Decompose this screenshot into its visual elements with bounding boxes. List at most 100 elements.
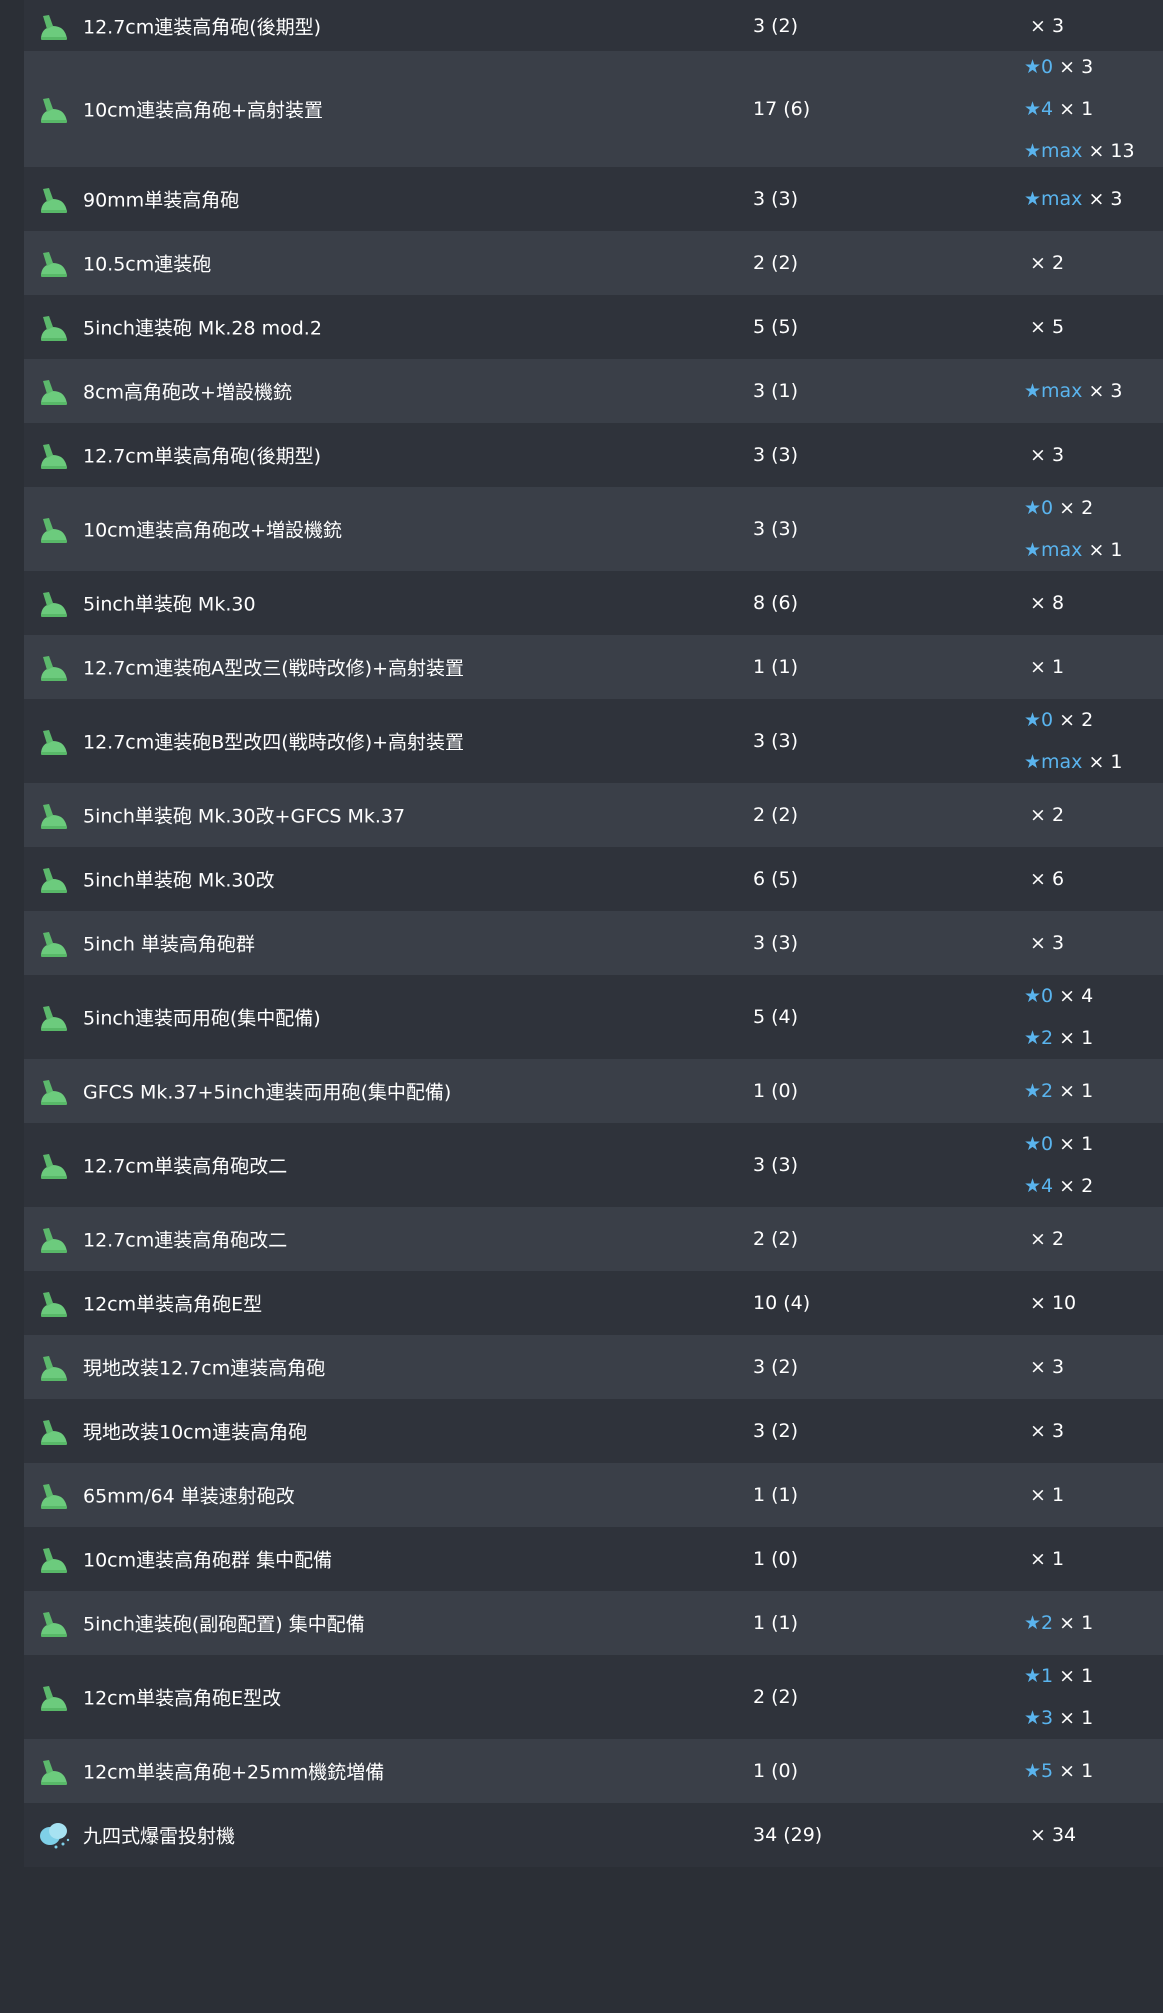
equipment-row[interactable]: 12.7cm連装高角砲(後期型) 3 (2) × 3 — [24, 0, 1163, 51]
improvement-star: ★0 — [1024, 985, 1054, 1007]
improvement-levels: × 34 — [1024, 1814, 1076, 1856]
equipment-count: 2 (2) — [753, 1228, 799, 1250]
gun-icon — [38, 184, 70, 214]
improvement-qty: × 1 — [1030, 1548, 1065, 1570]
improvement-star: ★2 — [1024, 1080, 1054, 1102]
equipment-count: 3 (1) — [753, 380, 799, 402]
equipment-row[interactable]: 8cm高角砲改+増設機銃 3 (1) ★max × 3 — [24, 359, 1163, 423]
improvement-qty: × 3 — [1030, 1420, 1065, 1442]
improvement-qty: × 1 — [1088, 539, 1123, 561]
equipment-count: 5 (4) — [753, 1006, 799, 1028]
equipment-row[interactable]: 12.7cm連装砲A型改三(戦時改修)+高射装置 1 (1) × 1 — [24, 635, 1163, 699]
equipment-count: 3 (3) — [753, 1154, 799, 1176]
improvement-level-line: ★max × 3 — [1024, 178, 1123, 220]
gun-icon — [38, 376, 70, 406]
equipment-row[interactable]: 10.5cm連装砲 2 (2) × 2 — [24, 231, 1163, 295]
equipment-row[interactable]: 10cm連装高角砲改+増設機銃 3 (3) ★0 × 2 ★max × 1 — [24, 487, 1163, 571]
equipment-count: 3 (2) — [753, 1420, 799, 1442]
equipment-row[interactable]: 65mm/64 単装速射砲改 1 (1) × 1 — [24, 1463, 1163, 1527]
improvement-levels: × 3 — [1024, 922, 1064, 964]
equipment-row[interactable]: 12.7cm連装砲B型改四(戦時改修)+高射装置 3 (3) ★0 × 2 ★max × … — [24, 699, 1163, 783]
gun-icon — [38, 1288, 70, 1318]
improvement-level-line: ★2 × 1 — [1024, 1070, 1093, 1112]
improvement-star: ★max — [1024, 380, 1083, 402]
improvement-level-line: ★0 × 3 — [1024, 46, 1135, 88]
equipment-name: 5inch連装砲(副砲配置) 集中配備 — [83, 1613, 365, 1636]
improvement-qty: × 1 — [1030, 656, 1065, 678]
equipment-row[interactable]: 12cm単装高角砲E型改 2 (2) ★1 × 1 ★3 × 1 — [24, 1655, 1163, 1739]
equipment-name: 90mm単装高角砲 — [83, 189, 240, 212]
equipment-row[interactable]: 90mm単装高角砲 3 (3) ★max × 3 — [24, 167, 1163, 231]
equipment-name: 5inch単装砲 Mk.30 — [83, 593, 256, 616]
equipment-row[interactable]: 5inch単装砲 Mk.30改+GFCS Mk.37 2 (2) × 2 — [24, 783, 1163, 847]
improvement-star: ★2 — [1024, 1612, 1054, 1634]
improvement-qty: × 2 — [1059, 709, 1094, 731]
gun-icon — [38, 312, 70, 342]
improvement-qty: × 3 — [1030, 14, 1065, 37]
equipment-row[interactable]: 10cm連装高角砲+高射装置 17 (6) ★0 × 3 ★4 × 1 ★max × 13 — [24, 51, 1163, 167]
equipment-count: 2 (2) — [753, 1686, 799, 1708]
equipment-count: 1 (0) — [753, 1548, 799, 1570]
improvement-level-line: ★0 × 4 — [1024, 975, 1093, 1017]
improvement-levels: × 2 — [1024, 794, 1064, 836]
gun-icon — [38, 652, 70, 682]
equipment-row[interactable]: 12cm単装高角砲+25mm機銃増備 1 (0) ★5 × 1 — [24, 1739, 1163, 1803]
equipment-count: 3 (2) — [753, 14, 799, 37]
improvement-levels: ★0 × 2 ★max × 1 — [1024, 487, 1123, 571]
equipment-row[interactable]: 5inch連装砲 Mk.28 mod.2 5 (5) × 5 — [24, 295, 1163, 359]
equipment-count: 10 (4) — [753, 1292, 811, 1314]
equipment-name: 65mm/64 単装速射砲改 — [83, 1485, 295, 1508]
equipment-row[interactable]: 12cm単装高角砲E型 10 (4) × 10 — [24, 1271, 1163, 1335]
gun-icon — [38, 440, 70, 470]
equipment-row[interactable]: 12.7cm単装高角砲改二 3 (3) ★0 × 1 ★4 × 2 — [24, 1123, 1163, 1207]
equipment-count: 17 (6) — [753, 98, 811, 120]
equipment-row[interactable]: 12.7cm連装高角砲改二 2 (2) × 2 — [24, 1207, 1163, 1271]
equipment-row[interactable]: 現地改装10cm連装高角砲 3 (2) × 3 — [24, 1399, 1163, 1463]
equipment-row[interactable]: 12.7cm単装高角砲(後期型) 3 (3) × 3 — [24, 423, 1163, 487]
equipment-row[interactable]: GFCS Mk.37+5inch連装両用砲(集中配備) 1 (0) ★2 × 1 — [24, 1059, 1163, 1123]
gun-icon — [38, 1544, 70, 1574]
equipment-row[interactable]: 5inch単装砲 Mk.30 8 (6) × 8 — [24, 571, 1163, 635]
improvement-qty: × 2 — [1030, 252, 1065, 274]
improvement-levels: ★0 × 3 ★4 × 1 ★max × 13 — [1024, 46, 1135, 172]
gun-icon — [38, 1002, 70, 1032]
equipment-count: 3 (3) — [753, 932, 799, 954]
improvement-qty: × 6 — [1030, 868, 1065, 890]
equipment-row[interactable]: 5inch連装砲(副砲配置) 集中配備 1 (1) ★2 × 1 — [24, 1591, 1163, 1655]
improvement-levels: ★max × 3 — [1024, 178, 1123, 220]
improvement-level-line: ★0 × 2 — [1024, 487, 1123, 529]
improvement-qty: × 3 — [1030, 444, 1065, 466]
improvement-star: ★max — [1024, 539, 1083, 561]
improvement-level-line: × 2 — [1024, 794, 1064, 836]
improvement-star: ★0 — [1024, 709, 1054, 731]
improvement-level-line: ★5 × 1 — [1024, 1750, 1093, 1792]
equipment-row[interactable]: 九四式爆雷投射機 34 (29) × 34 — [24, 1803, 1163, 1867]
improvement-qty: × 1 — [1059, 1707, 1094, 1729]
improvement-levels: ★2 × 1 — [1024, 1602, 1093, 1644]
improvement-level-line: × 8 — [1024, 582, 1064, 624]
equipment-row[interactable]: 5inch単装砲 Mk.30改 6 (5) × 6 — [24, 847, 1163, 911]
equipment-row[interactable]: 5inch 単装高角砲群 3 (3) × 3 — [24, 911, 1163, 975]
improvement-levels: ★5 × 1 — [1024, 1750, 1093, 1792]
equipment-count: 1 (1) — [753, 1484, 799, 1506]
improvement-qty: × 2 — [1030, 804, 1065, 826]
improvement-level-line: × 6 — [1024, 858, 1064, 900]
gun-icon — [38, 1608, 70, 1638]
equipment-name: 12.7cm連装砲B型改四(戦時改修)+高射装置 — [83, 731, 465, 754]
equipment-name: 12.7cm連装高角砲(後期型) — [83, 16, 322, 38]
equipment-row[interactable]: 5inch連装両用砲(集中配備) 5 (4) ★0 × 4 ★2 × 1 — [24, 975, 1163, 1059]
improvement-level-line: ★3 × 1 — [1024, 1697, 1093, 1739]
improvement-qty: × 1 — [1059, 1612, 1094, 1634]
equipment-count: 2 (2) — [753, 252, 799, 274]
improvement-level-line: ★0 × 1 — [1024, 1123, 1093, 1165]
improvement-star: ★0 — [1024, 497, 1054, 519]
equipment-row[interactable]: 現地改装12.7cm連装高角砲 3 (2) × 3 — [24, 1335, 1163, 1399]
improvement-level-line: ★2 × 1 — [1024, 1017, 1093, 1059]
equipment-row[interactable]: 10cm連装高角砲群 集中配備 1 (0) × 1 — [24, 1527, 1163, 1591]
gun-icon — [38, 928, 70, 958]
improvement-qty: × 3 — [1030, 1356, 1065, 1378]
improvement-qty: × 1 — [1030, 1484, 1065, 1506]
improvement-qty: × 1 — [1088, 751, 1123, 773]
equipment-count: 2 (2) — [753, 804, 799, 826]
improvement-level-line: ★max × 1 — [1024, 529, 1123, 571]
